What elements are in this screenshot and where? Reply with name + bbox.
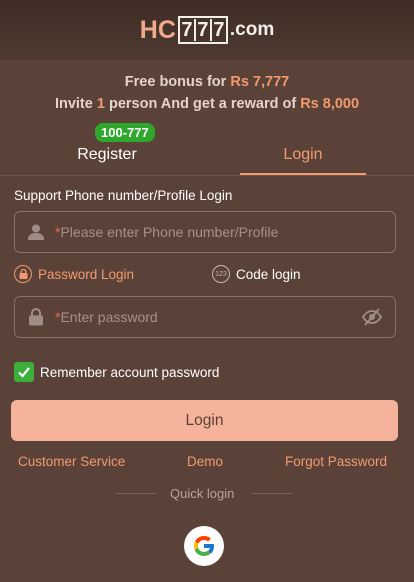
site-logo: HC 7 7 7 .com: [140, 16, 274, 45]
divider-line-right: [251, 493, 293, 494]
password-placeholder-text: Enter password: [60, 309, 158, 325]
password-placeholder: *Enter password: [55, 309, 158, 325]
logo-suffix: .com: [229, 19, 275, 40]
demo-link[interactable]: Demo: [187, 454, 223, 469]
phone-field-label: Support Phone number/Profile Login: [14, 188, 233, 203]
code-login-option[interactable]: 123 Code login: [212, 264, 342, 284]
login-button[interactable]: Login: [11, 400, 398, 441]
tab-login-label: Login: [283, 146, 323, 163]
divider-line-left: [115, 493, 157, 494]
google-icon: [194, 536, 215, 556]
bonus-line2-amount: Rs 8,000: [300, 96, 360, 112]
checkmark-icon: [18, 367, 30, 378]
user-icon: [25, 221, 47, 243]
logo-digit: 7: [213, 19, 225, 41]
password-login-option[interactable]: Password Login: [14, 265, 134, 283]
remember-row[interactable]: Remember account password: [14, 362, 219, 382]
logo-digits-box: 7 7 7: [177, 16, 228, 44]
bonus-line2-prefix: Invite: [54, 96, 93, 112]
auth-links: Customer Service Demo Forgot Password: [0, 454, 414, 472]
remember-checkbox[interactable]: [14, 362, 34, 382]
google-login-button[interactable]: [184, 526, 224, 566]
code-login-label: Code login: [236, 266, 301, 282]
login-mode-row: Password Login 123 Code login: [14, 264, 301, 284]
tab-login[interactable]: Login: [240, 136, 366, 174]
remember-label: Remember account password: [40, 364, 220, 380]
promo-badge: 100-777: [95, 123, 155, 142]
bonus-line-2: Invite 1 person And get a reward of Rs 8…: [0, 96, 414, 112]
bonus-line2-middle: person And get a reward of: [108, 96, 297, 112]
logo-digit: 7: [180, 19, 196, 41]
lock-circle-icon: [14, 265, 32, 283]
phone-input[interactable]: *Please enter Phone number/Profile: [14, 211, 396, 253]
customer-service-link[interactable]: Customer Service: [18, 454, 125, 469]
code-123-icon: 123: [212, 265, 230, 283]
bonus-line2-count: 1: [96, 96, 105, 112]
forgot-password-link[interactable]: Forgot Password: [285, 454, 387, 469]
quick-login-label: Quick login: [170, 486, 235, 501]
logo-hc-text: HC: [139, 15, 176, 44]
password-input[interactable]: *Enter password: [14, 296, 396, 338]
bonus-line-1: Free bonus for Rs 7,777: [0, 74, 414, 90]
auth-tabs: Register Login: [0, 136, 414, 176]
tab-register-label: Register: [77, 146, 137, 163]
lock-icon: [25, 306, 47, 328]
phone-placeholder: *Please enter Phone number/Profile: [55, 224, 278, 240]
top-header: HC 7 7 7 .com: [0, 0, 414, 60]
logo-digit: 7: [196, 19, 212, 41]
bonus-line1-amount: Rs 7,777: [230, 74, 290, 90]
quick-login-divider: Quick login: [0, 486, 414, 502]
tabs-divider: [0, 175, 414, 176]
phone-placeholder-text: Please enter Phone number/Profile: [60, 224, 279, 240]
eye-off-icon[interactable]: [361, 306, 383, 328]
password-login-label: Password Login: [38, 266, 135, 282]
bonus-line1-prefix: Free bonus for: [124, 74, 227, 90]
